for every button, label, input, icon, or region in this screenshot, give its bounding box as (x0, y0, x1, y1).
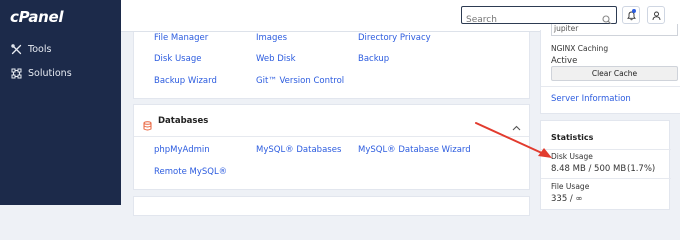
disk-usage-value: 8.48 MB / 500 MB (551, 164, 627, 174)
general-info-card: jupiter NGINX Caching Active Clear Cache… (540, 24, 680, 114)
file-usage-label: File Usage (551, 182, 590, 191)
divider (541, 86, 680, 87)
file-manager-link[interactable]: File Manager (154, 33, 208, 43)
notifications-button[interactable] (622, 6, 640, 24)
nginx-caching-value: Active (551, 56, 578, 66)
backup-link[interactable]: Backup (358, 54, 389, 64)
backup-wizard-link[interactable]: Backup Wizard (154, 76, 217, 86)
sidebar: cPanel Tools Solutions (0, 0, 121, 205)
user-icon (652, 6, 661, 25)
databases-title: Databases (158, 116, 209, 126)
disk-usage-link[interactable]: Disk Usage (154, 54, 201, 64)
notification-dot (632, 9, 636, 13)
divider (541, 149, 671, 150)
clear-cache-button[interactable]: Clear Cache (551, 66, 678, 81)
server-information-link[interactable]: Server Information (551, 94, 631, 104)
sidebar-item-label: Tools (28, 43, 52, 55)
web-disk-link[interactable]: Web Disk (256, 54, 296, 64)
images-link[interactable]: Images (256, 33, 287, 43)
file-usage-value: 335 / ∞ (551, 194, 583, 204)
remote-mysql-link[interactable]: Remote MySQL® (154, 167, 227, 177)
disk-usage-percent: (1.7%) (627, 164, 656, 174)
cpanel-logo[interactable]: cPanel (10, 8, 64, 26)
database-icon (143, 116, 152, 135)
mysql-database-wizard-link[interactable]: MySQL® Database Wizard (358, 145, 471, 155)
files-panel: File Manager Images Directory Privacy Di… (133, 32, 530, 99)
theme-select-value: jupiter (554, 24, 579, 33)
git-version-control-link[interactable]: Git™ Version Control (256, 76, 344, 86)
nginx-caching-label: NGINX Caching (551, 44, 609, 53)
user-menu-button[interactable] (647, 6, 665, 24)
divider (541, 178, 671, 179)
right-column: jupiter NGINX Caching Active Clear Cache… (540, 24, 680, 210)
solutions-icon (11, 68, 22, 79)
sidebar-item-solutions[interactable]: Solutions (11, 64, 72, 82)
directory-privacy-link[interactable]: Directory Privacy (358, 33, 431, 43)
next-section-panel (133, 196, 530, 216)
phpmyadmin-link[interactable]: phpMyAdmin (154, 145, 210, 155)
sidebar-item-tools[interactable]: Tools (11, 40, 51, 58)
mysql-databases-link[interactable]: MySQL® Databases (256, 145, 341, 155)
tools-icon (11, 43, 22, 55)
sidebar-item-label: Solutions (28, 67, 72, 79)
annotation-arrow (475, 122, 552, 158)
search-box[interactable] (461, 6, 617, 28)
theme-select[interactable]: jupiter (551, 24, 678, 36)
